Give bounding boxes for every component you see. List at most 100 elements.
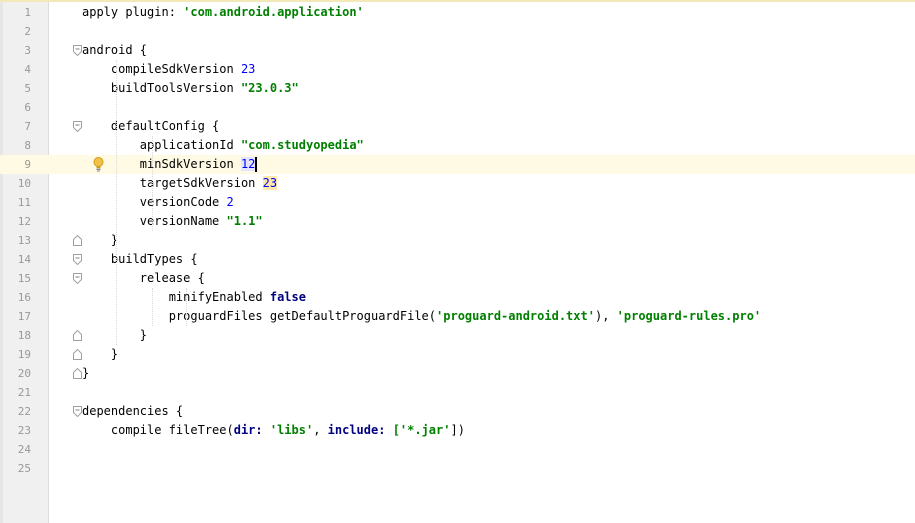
- fold-open-icon[interactable]: [73, 121, 82, 132]
- line-number: 10: [17, 177, 31, 190]
- code-line[interactable]: 2: [0, 22, 915, 41]
- code-line[interactable]: 19 }: [0, 345, 915, 364]
- line-number: 4: [24, 63, 31, 76]
- code-token: 2: [226, 195, 234, 209]
- code-token: ,: [313, 423, 328, 437]
- code-token: proguardFiles getDefaultProguardFile(: [82, 309, 437, 323]
- indent-guide: [152, 136, 154, 231]
- code-text[interactable]: proguardFiles getDefaultProguardFile('pr…: [82, 307, 761, 326]
- code-token: minSdkVersion: [82, 157, 241, 171]
- code-token: versionName: [82, 214, 227, 228]
- code-text[interactable]: buildToolsVersion "23.0.3": [82, 79, 299, 98]
- code-text[interactable]: versionCode 2: [82, 193, 234, 212]
- code-token: }: [82, 233, 119, 247]
- code-line[interactable]: 7 defaultConfig {: [0, 117, 915, 136]
- line-number: 3: [24, 44, 31, 57]
- code-token: release {: [82, 271, 205, 285]
- code-editor[interactable]: 1 apply plugin: 'com.android.application'…: [0, 0, 915, 523]
- code-line[interactable]: 14 buildTypes {: [0, 250, 915, 269]
- code-text[interactable]: versionName "1.1": [82, 212, 263, 231]
- code-line[interactable]: 25: [0, 459, 915, 478]
- code-token: ),: [594, 309, 617, 323]
- code-text[interactable]: compile fileTree(dir: 'libs', include: […: [82, 421, 465, 440]
- code-token: "com.studyopedia": [240, 138, 364, 152]
- line-number: 1: [24, 6, 31, 19]
- code-line[interactable]: 8 applicationId "com.studyopedia": [0, 136, 915, 155]
- line-number: 8: [24, 139, 31, 152]
- line-number: 5: [24, 82, 31, 95]
- code-line[interactable]: 16 minifyEnabled false: [0, 288, 915, 307]
- code-text[interactable]: compileSdkVersion 23: [82, 60, 256, 79]
- fold-open-icon[interactable]: [73, 273, 82, 284]
- line-number: 9: [24, 158, 31, 171]
- code-text[interactable]: }: [82, 345, 118, 364]
- line-number: 18: [17, 329, 31, 342]
- fold-close-icon[interactable]: [73, 368, 82, 379]
- code-token: 23: [262, 176, 278, 190]
- fold-open-icon[interactable]: [73, 254, 82, 265]
- code-line[interactable]: 6: [0, 98, 915, 117]
- code-line[interactable]: 13 }: [0, 231, 915, 250]
- code-text[interactable]: android {: [82, 41, 147, 60]
- line-number: 6: [24, 101, 31, 114]
- fold-close-icon[interactable]: [73, 330, 82, 341]
- fold-close-icon[interactable]: [73, 349, 82, 360]
- line-number: 17: [17, 310, 31, 323]
- code-text[interactable]: }: [82, 231, 118, 250]
- code-line[interactable]: 20}: [0, 364, 915, 383]
- code-token: applicationId: [82, 138, 241, 152]
- code-token: buildTypes {: [82, 252, 198, 266]
- code-token: dependencies {: [82, 404, 184, 418]
- code-token: minifyEnabled: [82, 290, 270, 304]
- code-line[interactable]: 24: [0, 440, 915, 459]
- code-token: 'com.android.application': [183, 5, 364, 19]
- code-line[interactable]: 23 compile fileTree(dir: 'libs', include…: [0, 421, 915, 440]
- code-line[interactable]: 5 buildToolsVersion "23.0.3": [0, 79, 915, 98]
- code-line[interactable]: 9 minSdkVersion 12: [0, 155, 915, 174]
- line-number: 25: [17, 462, 31, 475]
- code-token: "1.1": [226, 214, 263, 228]
- line-number: 2: [24, 25, 31, 38]
- line-number: 15: [17, 272, 31, 285]
- code-line[interactable]: 17 proguardFiles getDefaultProguardFile(…: [0, 307, 915, 326]
- fold-open-icon[interactable]: [73, 45, 82, 56]
- code-token: 23: [240, 62, 256, 76]
- code-text[interactable]: }: [82, 364, 89, 383]
- code-token: "23.0.3": [240, 81, 299, 95]
- top-highlight-bar: [0, 0, 915, 2]
- code-line[interactable]: 21: [0, 383, 915, 402]
- code-text[interactable]: }: [82, 326, 147, 345]
- code-line[interactable]: 15 release {: [0, 269, 915, 288]
- code-line[interactable]: 1 apply plugin: 'com.android.application': [0, 3, 915, 22]
- fold-close-icon[interactable]: [73, 235, 82, 246]
- code-text[interactable]: minSdkVersion 12: [82, 155, 258, 174]
- code-text[interactable]: applicationId "com.studyopedia": [82, 136, 364, 155]
- code-token: ]): [450, 423, 465, 437]
- code-line[interactable]: 10 targetSdkVersion 23: [0, 174, 915, 193]
- code-text[interactable]: apply plugin: 'com.android.application': [82, 3, 364, 22]
- code-token: 'proguard-android.txt': [436, 309, 595, 323]
- line-number: 13: [17, 234, 31, 247]
- fold-open-icon[interactable]: [73, 406, 82, 417]
- code-text[interactable]: dependencies {: [82, 402, 183, 421]
- code-text[interactable]: targetSdkVersion 23: [82, 174, 278, 193]
- code-token: compileSdkVersion: [82, 62, 241, 76]
- code-line[interactable]: 3 android {: [0, 41, 915, 60]
- code-token: }: [82, 347, 119, 361]
- indent-guide: [152, 288, 154, 326]
- code-token: 12: [240, 157, 256, 171]
- code-line[interactable]: 22 dependencies {: [0, 402, 915, 421]
- code-line[interactable]: 18 }: [0, 326, 915, 345]
- line-number: 7: [24, 120, 31, 133]
- code-token: defaultConfig {: [82, 119, 220, 133]
- code-text[interactable]: release {: [82, 269, 205, 288]
- code-token: false: [269, 290, 306, 304]
- code-text[interactable]: buildTypes {: [82, 250, 198, 269]
- code-line[interactable]: 4 compileSdkVersion 23: [0, 60, 915, 79]
- code-line[interactable]: 12 versionName "1.1": [0, 212, 915, 231]
- code-line[interactable]: 11 versionCode 2: [0, 193, 915, 212]
- line-number: 22: [17, 405, 31, 418]
- indent-guide: [116, 60, 118, 345]
- code-text[interactable]: defaultConfig {: [82, 117, 219, 136]
- line-number: 20: [17, 367, 31, 380]
